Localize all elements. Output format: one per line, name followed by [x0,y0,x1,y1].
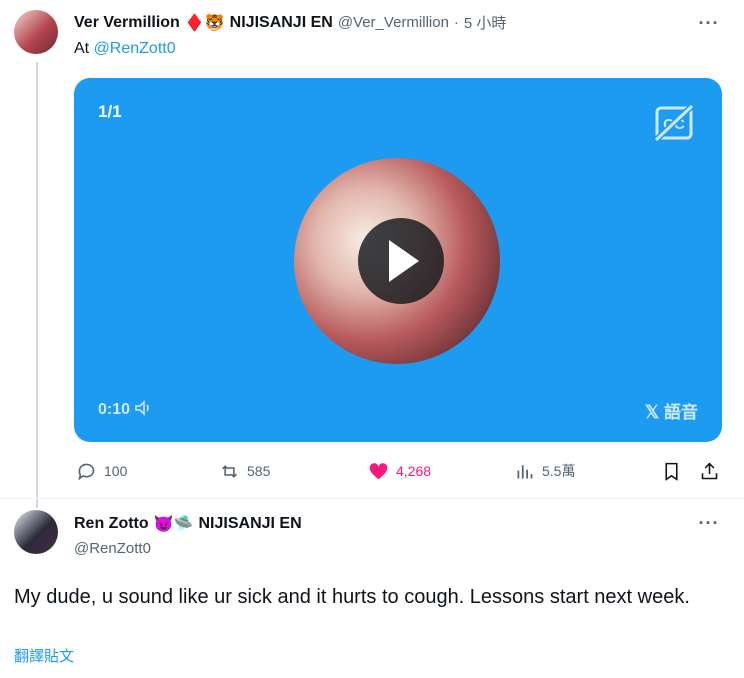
divider [0,498,744,499]
author-name[interactable]: Ver Vermillion [74,14,180,32]
reply-text: My dude, u sound like ur sick and it hur… [14,586,690,608]
play-button[interactable] [358,218,444,304]
closed-captions-off-icon[interactable]: CC [654,104,694,142]
mention-link[interactable]: @RenZott0 [94,40,176,57]
reply-more-options-icon[interactable]: ··· [698,514,720,538]
bookmark-action[interactable] [661,459,682,483]
share-icon [701,462,718,479]
translate-post-link[interactable]: 翻譯貼文 [14,645,74,666]
more-options-icon[interactable]: ··· [698,14,720,38]
reply-icon [78,463,95,480]
reply-author-name[interactable]: Ren Zotto [74,515,149,533]
dot-separator: · [453,14,459,31]
play-icon [389,240,419,282]
tweet-text: At @RenZott0 [74,40,176,58]
reply-header: Ren Zotto 😈🛸 NIJISANJI EN [74,514,302,534]
tweet-time[interactable]: 5 小時 [464,12,507,33]
reply-handle[interactable]: @RenZott0 [74,540,151,557]
author-handle[interactable]: @Ver_Vermillion [338,14,449,31]
heart-filled-icon [369,462,388,479]
volume-icon[interactable] [134,400,152,416]
media-duration: 0:10 [98,400,152,419]
voice-label: 語音 [664,403,698,422]
media-counter: 1/1 [98,102,122,121]
bookmark-icon [665,462,678,481]
reply-action[interactable]: 100 [76,459,127,483]
repost-icon [221,464,238,478]
repost-action[interactable]: 585 [219,459,270,483]
like-count: 4,268 [396,463,432,479]
author-org: NIJISANJI EN [229,13,333,31]
share-action[interactable] [699,459,720,483]
author-emoji: ♦️🐯 [184,14,225,32]
x-logo-icon: 𝕏 [644,402,660,422]
like-action[interactable]: 4,268 [368,459,431,483]
audio-media-card[interactable]: 1/1 CC 0:10 𝕏 語音 [74,78,722,442]
duration-text: 0:10 [98,401,131,418]
tweet-header: Ver Vermillion ♦️🐯 NIJISANJI EN @Ver_Ver… [74,12,506,33]
avatar-ren-zotto[interactable] [14,510,58,554]
avatar-ver-vermillion[interactable] [14,10,58,54]
thread-line [36,62,38,508]
reply-author-emoji: 😈🛸 [153,516,194,533]
reply-author-org: NIJISANJI EN [198,515,302,532]
views-count: 5.5萬 [542,463,576,479]
repost-count: 585 [247,463,271,479]
views-chart-icon [517,464,533,478]
tweet-text-prefix: At [74,40,94,57]
reply-count: 100 [104,463,128,479]
views-action[interactable]: 5.5萬 [514,459,575,483]
voice-badge: 𝕏 語音 [645,398,698,423]
